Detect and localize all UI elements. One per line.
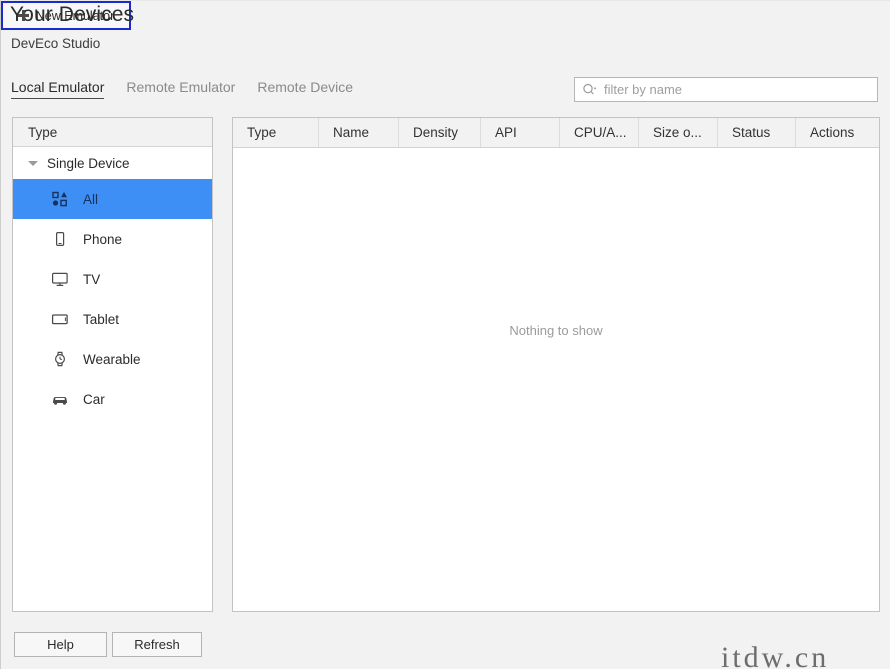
tablet-icon <box>51 310 69 328</box>
device-type-sidebar: Type Single Device All Phone TV Tablet W… <box>12 117 213 612</box>
sidebar-item-phone[interactable]: Phone <box>13 219 212 259</box>
tab-remote-emulator[interactable]: Remote Emulator <box>126 79 235 100</box>
tree-group-label: Single Device <box>47 155 130 171</box>
your-devices-window: Your Devices DevEco Studio Local Emulato… <box>0 0 890 669</box>
sidebar-item-all[interactable]: All <box>13 179 212 219</box>
sidebar-item-label: Car <box>83 391 105 407</box>
tv-icon <box>51 270 69 288</box>
filter-search-box[interactable] <box>574 77 878 102</box>
page-subtitle: DevEco Studio <box>11 36 101 51</box>
column-header-actions[interactable]: Actions <box>796 118 879 147</box>
sidebar-item-tablet[interactable]: Tablet <box>13 299 212 339</box>
column-header-cpu-abi[interactable]: CPU/A... <box>560 118 639 147</box>
grid-shapes-icon <box>51 190 69 208</box>
watch-icon <box>51 350 69 368</box>
plus-icon <box>17 10 29 21</box>
search-icon[interactable] <box>582 83 597 96</box>
tab-bar: Local Emulator Remote Emulator Remote De… <box>11 79 353 100</box>
table-header-row: Type Name Density API CPU/A... Size o...… <box>233 118 879 148</box>
phone-icon <box>51 230 69 248</box>
sidebar-item-tv[interactable]: TV <box>13 259 212 299</box>
sidebar-item-label: Wearable <box>83 351 141 367</box>
sidebar-item-label: Tablet <box>83 311 120 327</box>
tab-local-emulator[interactable]: Local Emulator <box>11 79 105 99</box>
empty-state-text: Nothing to show <box>509 323 603 338</box>
search-input[interactable] <box>604 82 854 97</box>
column-header-size[interactable]: Size o... <box>639 118 718 147</box>
sidebar-item-wearable[interactable]: Wearable <box>13 339 212 379</box>
watermark: itdw.cn <box>721 641 830 669</box>
sidebar-header-type: Type <box>13 118 212 147</box>
sidebar-item-label: TV <box>83 271 101 287</box>
refresh-button[interactable]: Refresh <box>112 632 202 657</box>
column-header-status[interactable]: Status <box>718 118 796 147</box>
column-header-name[interactable]: Name <box>319 118 399 147</box>
column-header-type[interactable]: Type <box>233 118 319 147</box>
car-icon <box>51 390 69 408</box>
tab-remote-device[interactable]: Remote Device <box>257 79 353 100</box>
column-header-api[interactable]: API <box>481 118 560 147</box>
tree-group-single-device[interactable]: Single Device <box>13 147 212 179</box>
sidebar-item-car[interactable]: Car <box>13 379 212 419</box>
help-button[interactable]: Help <box>14 632 107 657</box>
chevron-down-icon[interactable] <box>28 160 38 166</box>
devices-table-panel: Type Name Density API CPU/A... Size o...… <box>232 117 880 612</box>
sidebar-item-label: All <box>83 191 99 207</box>
sidebar-item-label: Phone <box>83 231 123 247</box>
table-body: Nothing to show <box>233 148 879 611</box>
column-header-density[interactable]: Density <box>399 118 481 147</box>
